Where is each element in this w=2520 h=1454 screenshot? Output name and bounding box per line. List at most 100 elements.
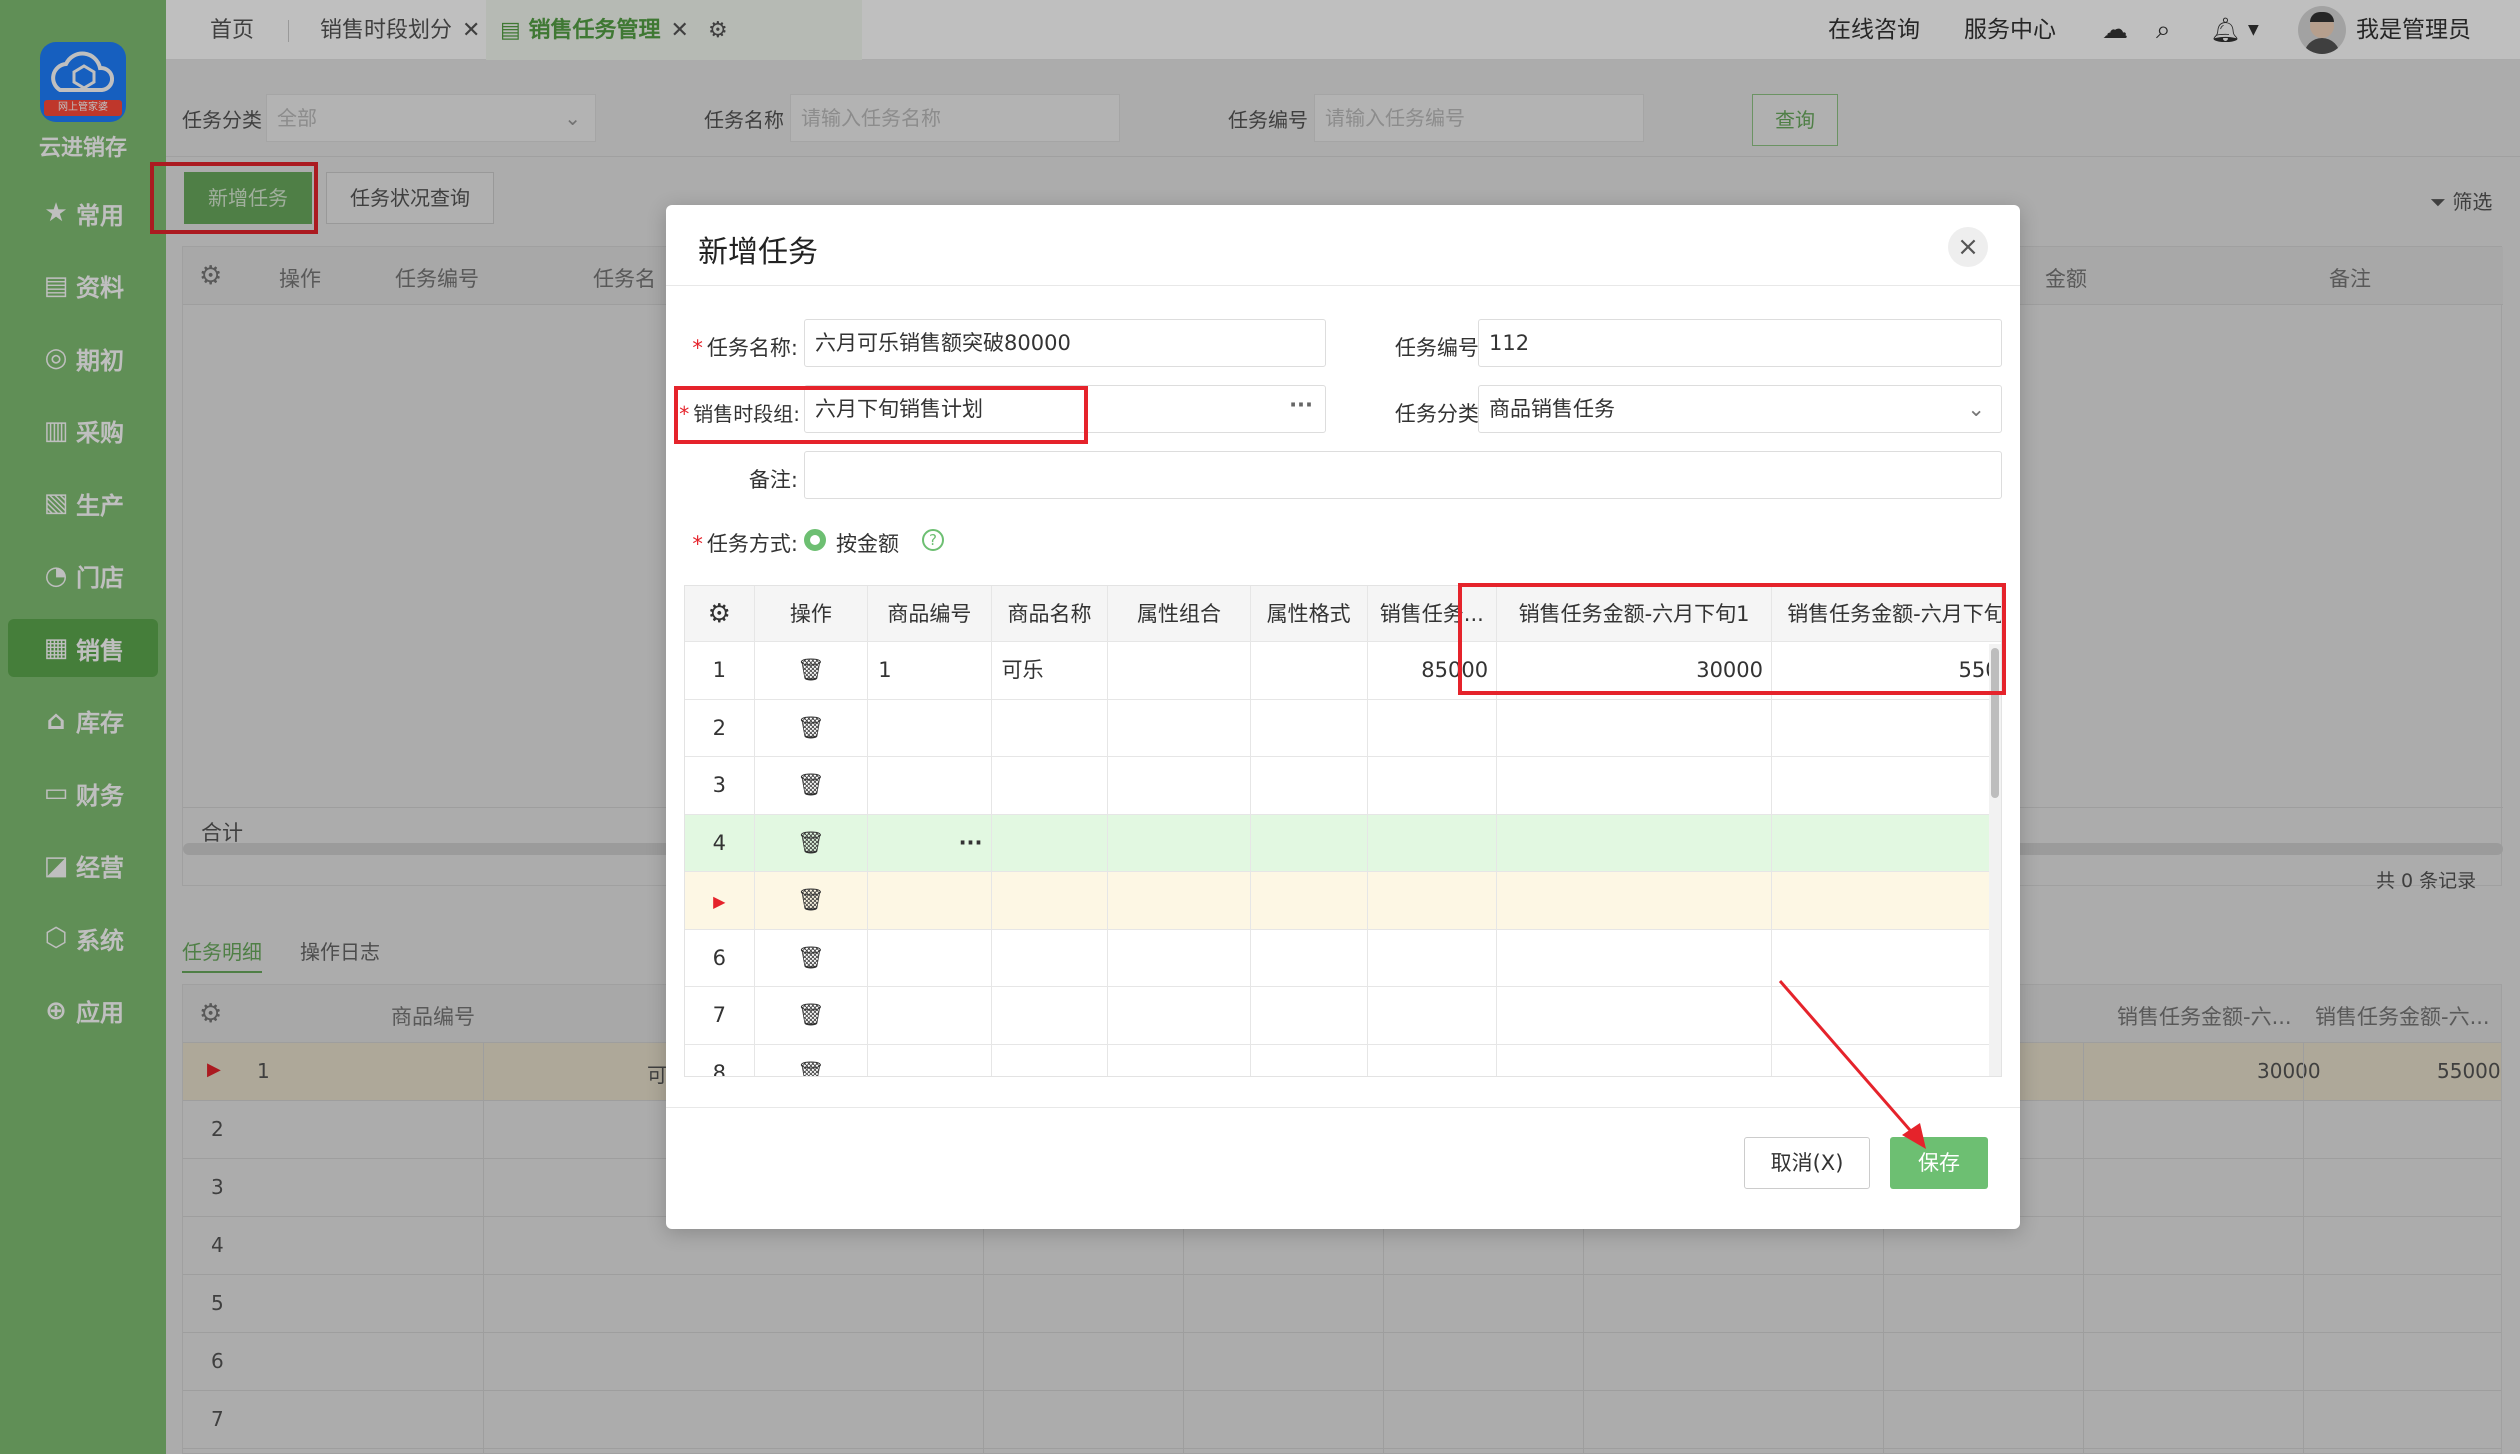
grid-cell[interactable] [1108, 929, 1251, 987]
grid-cell[interactable] [1367, 987, 1498, 1045]
more-icon[interactable]: ··· [959, 831, 983, 855]
grid-cell[interactable] [1497, 1044, 1773, 1076]
trash-icon[interactable]: 🗑︎ [797, 1003, 825, 1028]
task-code-input[interactable]: 112 [1478, 319, 2002, 367]
annotation-arrow [1778, 980, 1926, 1149]
row-number: 8 [712, 1060, 726, 1077]
grid-cell[interactable] [991, 929, 1109, 987]
grid-cell[interactable] [1108, 872, 1251, 930]
grid-cell[interactable] [1772, 872, 2001, 930]
category-select[interactable]: 商品销售任务 ⌄ [1478, 385, 2002, 433]
grid-cell[interactable] [991, 1044, 1109, 1076]
grid-cell[interactable] [1772, 699, 2001, 757]
task-name-input[interactable]: 六月可乐销售额突破80000 [804, 319, 1326, 367]
category-label: 任务分类: [1394, 402, 1486, 426]
grid-cell[interactable]: ··· [868, 814, 992, 872]
grid-cell[interactable] [1367, 1044, 1498, 1076]
row-number: 4 [712, 830, 726, 855]
grid-cell[interactable] [868, 872, 992, 930]
grid-settings-cell[interactable]: ⚙ [685, 586, 755, 642]
grid-cell[interactable] [1497, 757, 1773, 815]
grid-cell[interactable] [1108, 1044, 1251, 1076]
current-row-marker-icon: ▶ [713, 892, 726, 911]
grid-header-4: 属性组合 [1108, 586, 1251, 642]
remark-label: 备注: [748, 468, 798, 492]
header-label: 商品名称 [1007, 602, 1092, 626]
add-task-dialog: 新增任务 × * 任务名称: 六月可乐销售额突破80000 任务编号: 112 *… [666, 205, 2020, 1229]
grid-cell[interactable] [1250, 699, 1368, 757]
grid-cell[interactable] [1108, 699, 1251, 757]
grid-cell: 3 [685, 757, 755, 815]
grid-cell: 🗑︎ [754, 699, 869, 757]
vertical-scrollbar[interactable] [1989, 644, 2001, 1076]
trash-icon[interactable]: 🗑︎ [797, 1061, 825, 1077]
trash-icon[interactable]: 🗑︎ [797, 831, 825, 856]
grid-cell[interactable] [991, 814, 1109, 872]
cell-value: 可乐 [1001, 658, 1044, 682]
grid-cell[interactable] [1367, 699, 1498, 757]
grid-cell[interactable] [1367, 872, 1498, 930]
grid-cell[interactable] [1772, 814, 2001, 872]
grid-cell[interactable] [1772, 757, 2001, 815]
remark-input[interactable] [804, 451, 2002, 499]
grid-cell[interactable] [1250, 814, 1368, 872]
trash-icon[interactable]: 🗑︎ [797, 946, 825, 971]
grid-cell[interactable] [1367, 929, 1498, 987]
row-number: 2 [712, 715, 726, 740]
help-icon[interactable]: ? [922, 529, 944, 551]
grid-header-1: 操作 [754, 586, 869, 642]
radio-amount[interactable] [804, 529, 826, 551]
grid-cell[interactable] [1250, 757, 1368, 815]
header-label: 属性组合 [1137, 602, 1222, 626]
grid-cell[interactable] [1497, 987, 1773, 1045]
grid-cell[interactable] [1108, 814, 1251, 872]
trash-icon[interactable]: 🗑︎ [797, 888, 825, 913]
grid-cell: 🗑︎ [754, 642, 869, 700]
grid-cell: 7 [685, 987, 755, 1045]
settings-icon[interactable]: ⚙ [708, 599, 731, 629]
grid-cell[interactable] [991, 757, 1109, 815]
grid-cell[interactable] [1250, 872, 1368, 930]
grid-cell: 🗑︎ [754, 987, 869, 1045]
header-label: 商品编号 [887, 602, 972, 626]
grid-cell[interactable]: 1 [868, 642, 992, 700]
grid-cell[interactable] [1108, 987, 1251, 1045]
grid-cell[interactable] [991, 872, 1109, 930]
grid-cell[interactable] [868, 699, 992, 757]
grid-cell[interactable] [1497, 872, 1773, 930]
grid-cell[interactable] [1250, 1044, 1368, 1076]
grid-cell: 4 [685, 814, 755, 872]
trash-icon[interactable]: 🗑︎ [797, 716, 825, 741]
grid-cell: 8 [685, 1044, 755, 1077]
category-value: 商品销售任务 [1489, 397, 1615, 421]
grid-cell[interactable] [1108, 757, 1251, 815]
task-mode-label: * 任务方式: [692, 532, 798, 556]
trash-icon[interactable]: 🗑︎ [797, 658, 825, 683]
grid-cell[interactable] [1250, 642, 1368, 700]
grid-cell[interactable]: 可乐 [991, 642, 1109, 700]
close-icon[interactable]: × [1948, 227, 1988, 267]
cell-value: 1 [878, 658, 892, 682]
grid-cell[interactable] [1497, 929, 1773, 987]
task-code-label: 任务编号: [1394, 336, 1486, 360]
grid-cell[interactable] [868, 987, 992, 1045]
grid-cell[interactable] [868, 757, 992, 815]
grid-cell: 6 [685, 929, 755, 987]
header-label: 属性格式 [1266, 602, 1351, 626]
grid-cell[interactable] [1250, 929, 1368, 987]
grid-cell[interactable] [1250, 987, 1368, 1045]
grid-cell[interactable] [991, 987, 1109, 1045]
grid-cell[interactable] [1497, 814, 1773, 872]
trash-icon[interactable]: 🗑︎ [797, 773, 825, 798]
grid-cell[interactable] [868, 929, 992, 987]
grid-cell[interactable] [1497, 699, 1773, 757]
grid-cell[interactable] [868, 1044, 992, 1076]
grid-cell[interactable] [991, 699, 1109, 757]
grid-cell: 🗑︎ [754, 1044, 869, 1077]
grid-cell: ▶ [685, 872, 755, 930]
grid-cell: 🗑︎ [754, 872, 869, 930]
grid-cell[interactable] [1367, 757, 1498, 815]
grid-cell[interactable] [1367, 814, 1498, 872]
grid-cell[interactable] [1108, 642, 1251, 700]
more-icon[interactable]: ··· [1289, 382, 1313, 428]
